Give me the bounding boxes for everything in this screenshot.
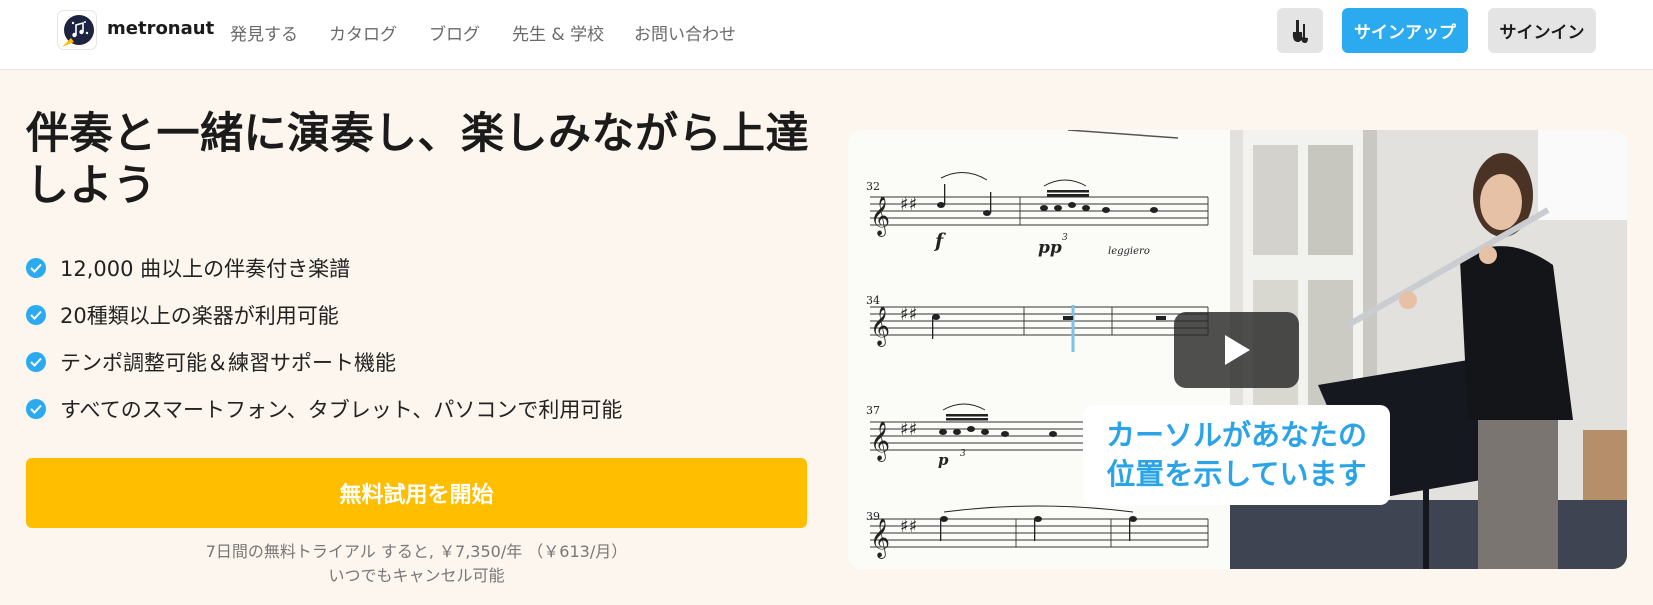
feature-item: すべてのスマートフォン、タブレット、パソコンで利用可能: [26, 385, 622, 432]
cancel-anytime-text: いつでもキャンセル可能: [328, 566, 505, 585]
feature-list: 12,000 曲以上の伴奏付き楽譜 20種類以上の楽器が利用可能 テンポ調整可能…: [26, 244, 622, 432]
signin-button[interactable]: サインイン: [1488, 8, 1596, 53]
caption-line: カーソルがあなたの: [1105, 418, 1367, 452]
svg-text:♯♯: ♯♯: [900, 516, 917, 537]
feature-item: 20種類以上の楽器が利用可能: [26, 291, 622, 338]
measure-number: 37: [866, 404, 880, 417]
tuplet-mark: 3: [960, 449, 966, 459]
hero-title: 伴奏と一緒に演奏し、楽しみながら上達しよう: [26, 109, 809, 211]
svg-text:𝄞: 𝄞: [870, 421, 890, 462]
play-button[interactable]: [1174, 312, 1299, 388]
svg-text:♯♯: ♯♯: [900, 304, 917, 325]
svg-text:♯♯: ♯♯: [900, 194, 917, 215]
check-icon: [26, 304, 46, 325]
nav-link-catalog[interactable]: カタログ: [329, 20, 397, 45]
nav-link-discover[interactable]: 発見する: [230, 20, 298, 45]
svg-text:𝄞: 𝄞: [870, 196, 890, 237]
start-free-trial-button[interactable]: 無料試用を開始: [26, 458, 807, 528]
signup-button[interactable]: サインアップ: [1342, 8, 1468, 53]
feature-text: テンポ調整可能＆練習サポート機能: [60, 350, 396, 375]
instrument-picker-button[interactable]: [1277, 8, 1323, 53]
check-icon: [26, 351, 46, 372]
dynamic-mark: pp: [1038, 238, 1062, 258]
tuplet-mark: 3: [1062, 233, 1068, 243]
check-icon: [26, 398, 46, 419]
svg-text:𝄞: 𝄞: [870, 518, 890, 559]
metronaut-logo-icon[interactable]: [57, 10, 97, 50]
expression-text: leggiero: [1108, 246, 1150, 257]
top-navbar: metronaut 発見する カタログ ブログ 先生 & 学校 お問い合わせ サ…: [0, 0, 1653, 70]
play-icon: [1224, 335, 1250, 365]
video-caption: カーソルがあなたの 位置を示しています: [1083, 405, 1390, 505]
svg-text:𝄞: 𝄞: [870, 306, 890, 347]
nav-link-blog[interactable]: ブログ: [429, 20, 480, 45]
instrument-icon: [1292, 19, 1308, 43]
svg-text:♯♯: ♯♯: [900, 419, 917, 440]
feature-text: 20種類以上の楽器が利用可能: [60, 303, 339, 328]
feature-item: テンポ調整可能＆練習サポート機能: [26, 338, 622, 385]
nav-link-contact[interactable]: お問い合わせ: [634, 20, 736, 45]
feature-item: 12,000 曲以上の伴奏付き楽譜: [26, 244, 622, 291]
feature-text: すべてのスマートフォン、タブレット、パソコンで利用可能: [60, 397, 623, 422]
dynamic-mark: p: [938, 451, 949, 469]
measure-number: 32: [866, 180, 880, 193]
feature-text: 12,000 曲以上の伴奏付き楽譜: [60, 256, 351, 281]
nav-link-teachers-schools[interactable]: 先生 & 学校: [512, 20, 604, 45]
check-icon: [26, 257, 46, 278]
trial-pricing-text: 7日間の無料トライアル すると, ￥7,350/年 （￥613/月）: [205, 542, 628, 561]
brand-name[interactable]: metronaut: [107, 18, 214, 39]
caption-line: 位置を示しています: [1106, 457, 1367, 491]
